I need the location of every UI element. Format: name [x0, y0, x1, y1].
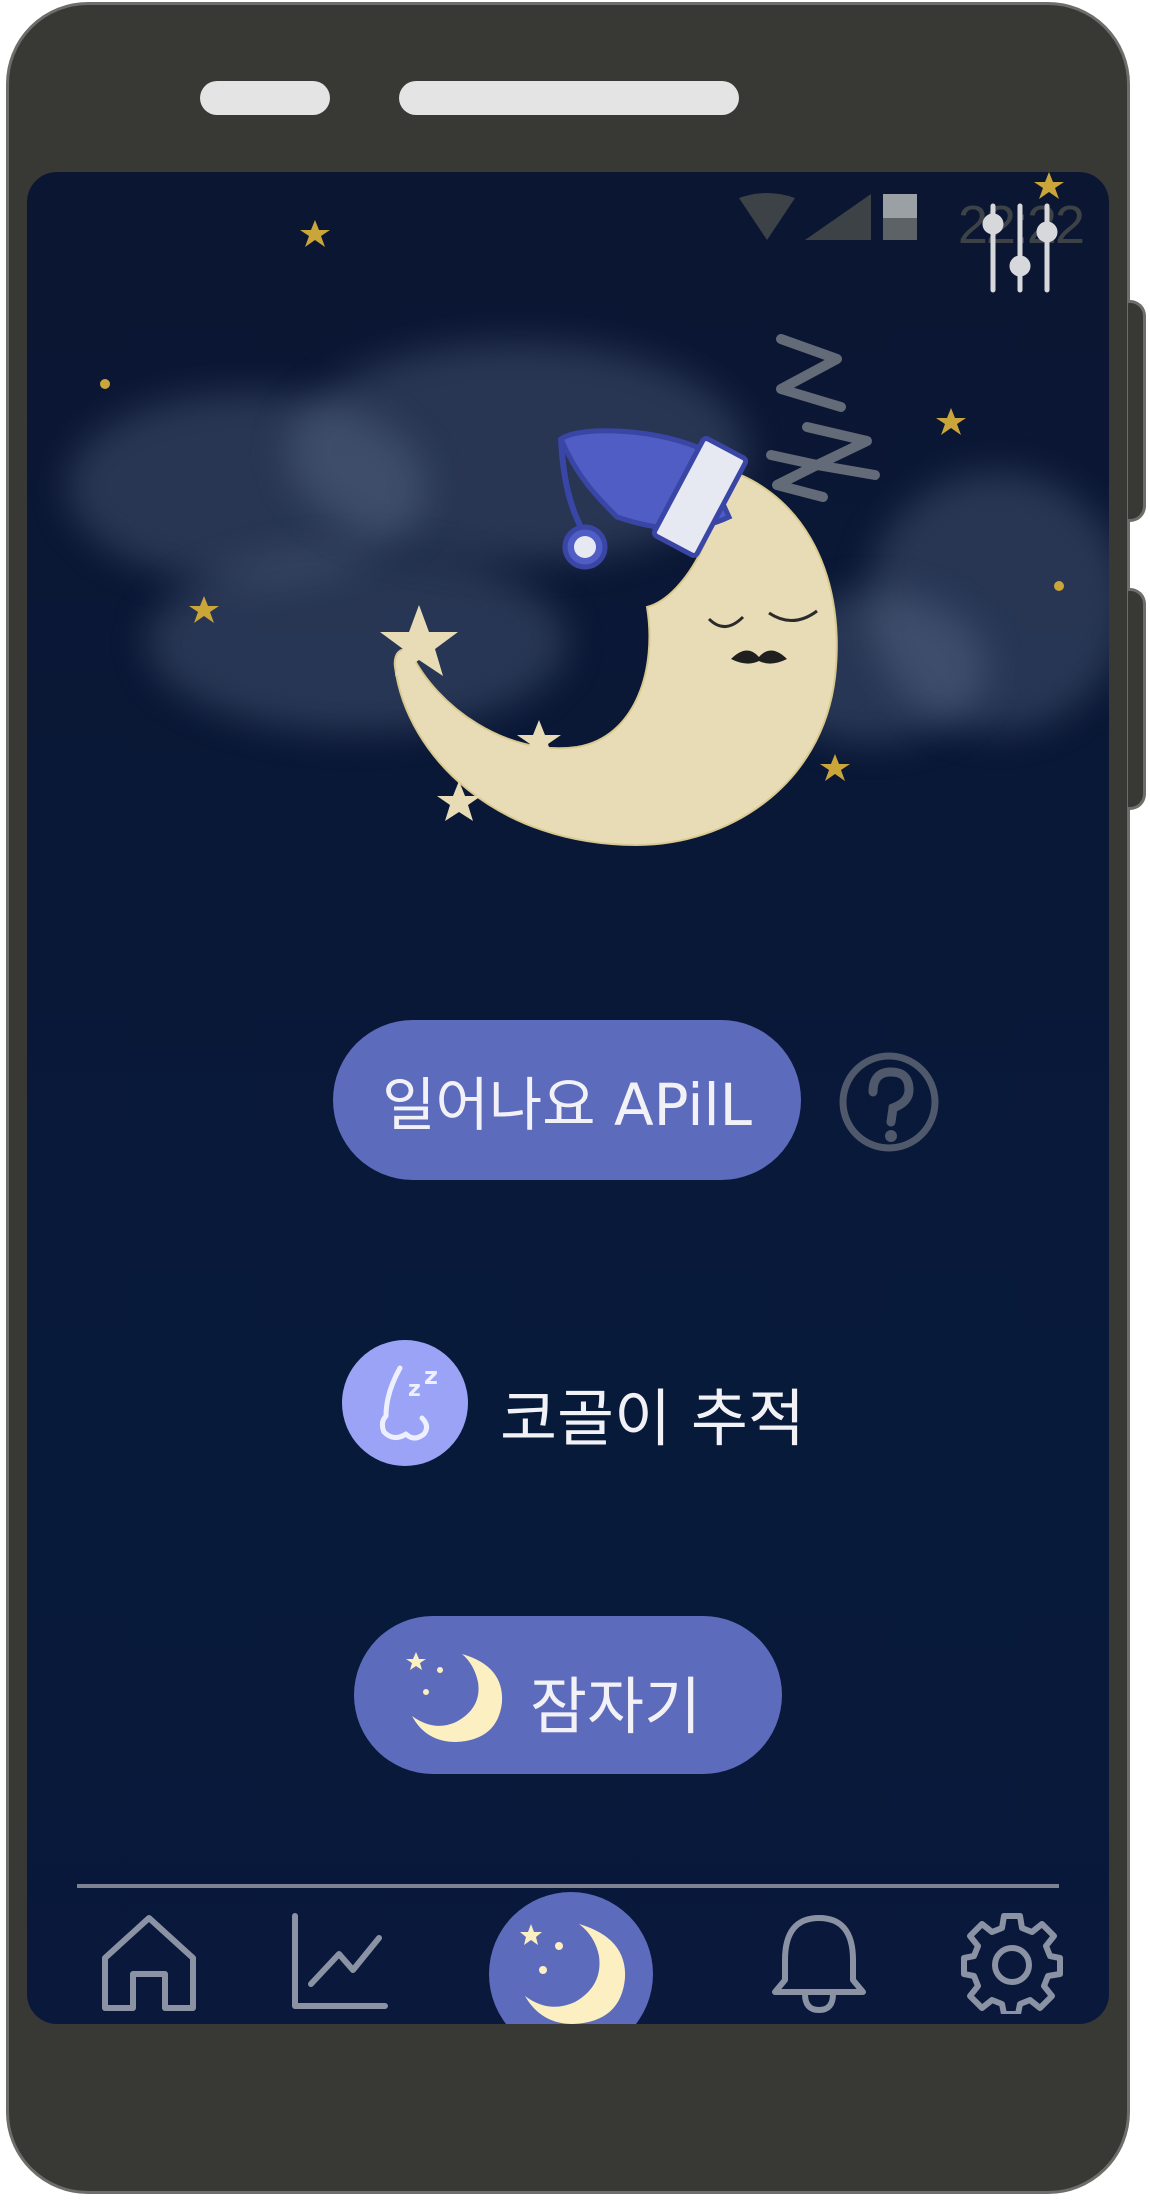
volume-button: [1128, 300, 1146, 522]
wakeup-button-label: 일어나요 APilL: [382, 1071, 752, 1139]
star-icon: [380, 605, 458, 676]
signal-icon: [805, 194, 871, 240]
sound-settings-icon[interactable]: [975, 200, 1065, 300]
star-icon: [300, 220, 330, 247]
sleeping-moon-illustration: [380, 334, 880, 847]
moon-stars-icon: [520, 1924, 626, 2024]
svg-text:z: z: [424, 1362, 438, 1390]
power-button: [1128, 588, 1146, 810]
gear-icon[interactable]: [960, 1910, 1064, 2014]
snore-tracking-item[interactable]: z z 코골이 추적: [340, 1338, 820, 1472]
svg-text:z: z: [408, 1377, 421, 1402]
app-screen: 22:22 일어나요 APilL z z 코골이 추적 잠자기: [27, 172, 1109, 2024]
snoring-nose-icon: z z: [342, 1340, 468, 1466]
star-dot: [100, 379, 110, 389]
sleep-button[interactable]: 잠자기: [354, 1616, 782, 1774]
moon-stars-icon: [406, 1652, 503, 1742]
star-icon: [936, 408, 966, 435]
bottom-nav-divider: [77, 1884, 1059, 1888]
wifi-icon: [739, 193, 795, 240]
wakeup-button[interactable]: 일어나요 APilL: [333, 1020, 801, 1180]
nav-sleep-button[interactable]: [489, 1892, 653, 2024]
star-icon: [189, 596, 219, 623]
sleep-button-label: 잠자기: [530, 1670, 702, 1743]
speaker-slot: [200, 81, 330, 115]
chart-icon[interactable]: [289, 1912, 389, 2012]
speaker-slot: [399, 81, 739, 115]
snore-tracking-label: 코골이 추적: [500, 1382, 805, 1455]
star-dot: [1054, 581, 1064, 591]
home-icon[interactable]: [99, 1912, 199, 2012]
battery-icon: [883, 194, 917, 240]
bell-icon[interactable]: [769, 1910, 869, 2014]
zzz-icon: [766, 334, 880, 502]
question-circle-icon[interactable]: [837, 1050, 941, 1154]
